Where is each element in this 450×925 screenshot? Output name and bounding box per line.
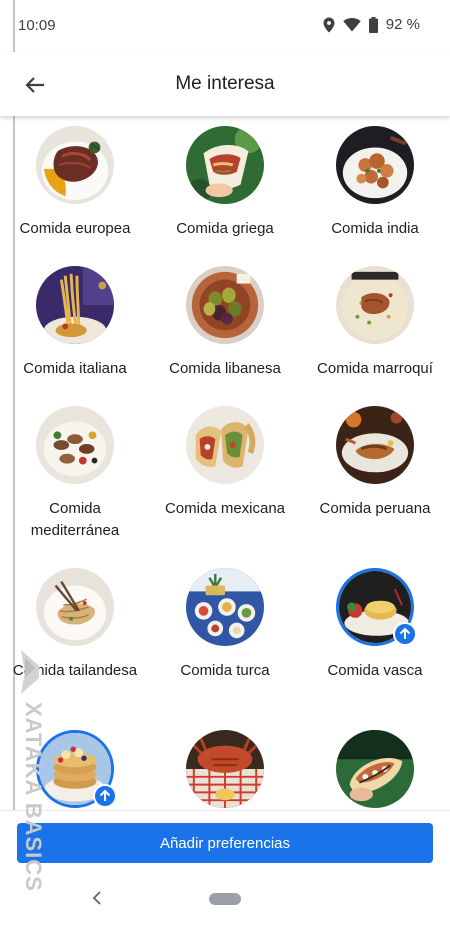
cuisine-list[interactable]: Comida europea Comida griega Comida indi… [0, 116, 450, 810]
cuisine-item[interactable]: Comida vasca [300, 568, 450, 682]
arrow-upward-icon [99, 789, 111, 801]
cuisine-photo [36, 126, 114, 204]
cuisine-label: Comida mexicana [164, 500, 286, 517]
cuisine-photo [186, 730, 264, 808]
location-icon [323, 17, 335, 33]
cuisine-label: Comida india [331, 220, 419, 237]
wifi-icon [343, 17, 361, 32]
status-bar: 10:09 92 % [0, 0, 450, 52]
watermark-logo [17, 650, 43, 699]
cuisine-photo [336, 406, 414, 484]
cuisine-photo [186, 266, 264, 344]
cuisine-item[interactable]: Comida turca [150, 568, 300, 682]
upload-badge [393, 622, 417, 646]
cuisine-photo [336, 266, 414, 344]
system-nav-bar [0, 872, 450, 925]
cuisine-item[interactable]: Comida india [300, 126, 450, 240]
cuisine-photo [186, 406, 264, 484]
cuisine-item[interactable]: Comida peruana [300, 406, 450, 520]
cuisine-item[interactable]: Comida libanesa [150, 266, 300, 380]
cuisine-photo [336, 730, 414, 808]
cuisine-item[interactable] [300, 730, 450, 810]
cuisine-label: Comida peruana [319, 500, 431, 517]
watermark-text: XATAKA BASICS [21, 702, 46, 892]
add-preferences-button[interactable]: Añadir preferencias [17, 823, 433, 863]
cuisine-label: Comida libanesa [169, 360, 281, 377]
cuisine-item[interactable]: Comida europea [0, 126, 150, 240]
cuisine-label: Comida griega [176, 220, 274, 237]
arrow-upward-icon [399, 627, 411, 639]
cuisine-label: Comida mediterránea [30, 500, 120, 539]
status-time: 10:09 [18, 17, 56, 34]
cuisine-label: Comida europea [19, 220, 131, 237]
cuisine-item[interactable]: Comida mediterránea [0, 406, 150, 542]
battery-icon [368, 16, 378, 33]
cuisine-photo [36, 568, 114, 646]
cuisine-photo [186, 126, 264, 204]
nav-back-button[interactable] [88, 888, 108, 908]
battery-percentage: 92 % [385, 16, 420, 33]
upload-badge [93, 784, 117, 808]
cuisine-photo [36, 406, 114, 484]
cuisine-item[interactable]: Comida mexicana [150, 406, 300, 520]
cuisine-item[interactable]: Comida marroquí [300, 266, 450, 380]
cuisine-item[interactable]: Comida italiana [0, 266, 150, 380]
cuisine-item[interactable] [150, 730, 300, 810]
chevron-left-icon [92, 891, 101, 905]
cuisine-photo [36, 266, 114, 344]
bottom-action-bar: Añadir preferencias [0, 810, 450, 872]
cuisine-label: Comida marroquí [317, 360, 433, 377]
cuisine-label: Comida vasca [327, 662, 423, 679]
cuisine-item[interactable]: Comida griega [150, 126, 300, 240]
cuisine-photo [336, 126, 414, 204]
status-icons: 92 % [323, 16, 420, 33]
cuisine-photo [186, 568, 264, 646]
nav-home-pill[interactable] [209, 893, 241, 905]
app-bar: Me interesa [0, 52, 450, 116]
cuisine-label: Comida italiana [23, 360, 127, 377]
page-title: Me interesa [175, 73, 275, 94]
cuisine-label: Comida turca [180, 662, 270, 679]
